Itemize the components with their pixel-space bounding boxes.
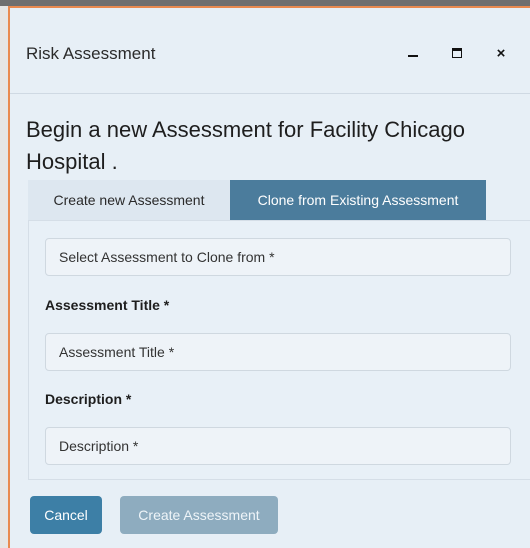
dialog-title: Risk Assessment [26, 44, 156, 63]
tab-create-new[interactable]: Create new Assessment [28, 180, 230, 220]
description-label: Description * [45, 391, 132, 407]
close-icon: × [496, 44, 506, 62]
clone-form-panel: Select Assessment to Clone from * Assess… [28, 220, 530, 480]
tab-bar: Create new Assessment Clone from Existin… [28, 180, 486, 220]
dialog-titlebar: Risk Assessment × [10, 8, 530, 94]
maximize-button[interactable] [446, 42, 468, 64]
assessment-title-input[interactable]: Assessment Title * [45, 333, 511, 371]
page-heading: Begin a new Assessment for Facility Chic… [26, 117, 465, 174]
assessment-title-label: Assessment Title * [45, 297, 170, 313]
maximize-icon [452, 48, 462, 58]
clone-source-select[interactable]: Select Assessment to Clone from * [45, 238, 511, 276]
minimize-button[interactable] [402, 42, 424, 64]
minimize-icon [408, 55, 418, 57]
close-button[interactable]: × [490, 42, 512, 64]
description-input[interactable]: Description * [45, 427, 511, 465]
dialog-window: Risk Assessment × Begin a new Assessment… [8, 6, 530, 548]
tab-clone-existing[interactable]: Clone from Existing Assessment [230, 180, 486, 220]
cancel-button[interactable]: Cancel [30, 496, 102, 534]
create-assessment-button[interactable]: Create Assessment [120, 496, 278, 534]
